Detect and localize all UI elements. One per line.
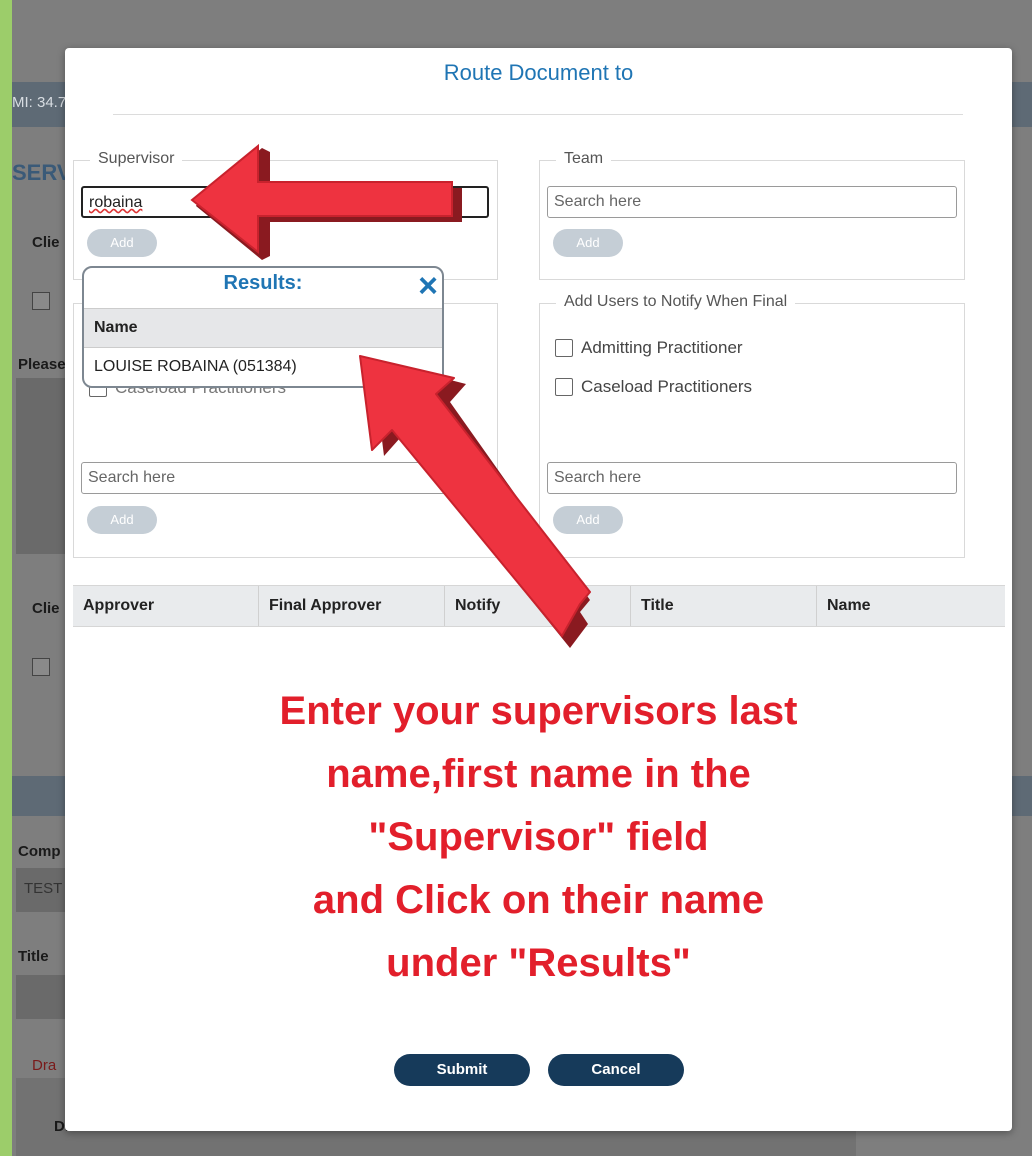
annotation-line-1: Enter your supervisors last (279, 689, 798, 733)
annotation-line-4: and Click on their name (312, 878, 765, 922)
caseload-checkbox[interactable] (555, 378, 573, 396)
title-divider (113, 114, 963, 115)
results-popup: Results: × Name LOUISE ROBAINA (051384) (82, 266, 444, 388)
notify-search-input[interactable]: Search here (547, 462, 957, 494)
admitting-checkbox[interactable] (555, 339, 573, 357)
team-fieldset: Team (539, 150, 965, 280)
supervisor-legend: Supervisor (90, 150, 183, 168)
instruction-annotation: Enter your supervisors last name,first n… (65, 680, 1012, 995)
col-notify[interactable]: Notify (445, 586, 631, 626)
supervisor-search-input[interactable]: robaina (81, 186, 489, 218)
annotation-line-3: "Supervisor" field (368, 815, 709, 859)
supervisor-fieldset: Supervisor (73, 150, 498, 280)
team-search-input[interactable]: Search here (547, 186, 957, 218)
results-column-name: Name (84, 308, 442, 348)
notify-add-button[interactable]: Add (553, 506, 623, 534)
annotation-line-5: under "Results" (386, 941, 691, 985)
bg-test-label: TEST (24, 880, 63, 897)
close-icon[interactable]: × (418, 268, 438, 304)
col-title[interactable]: Title (631, 586, 817, 626)
notify-option-admitting[interactable]: Admitting Practitioner (555, 338, 743, 358)
team-legend: Team (556, 150, 612, 168)
supervisor-add-button[interactable]: Add (87, 229, 157, 257)
bg-clie-label-2: Clie (32, 600, 60, 617)
col-name[interactable]: Name (817, 586, 1005, 626)
caseload-label: Caseload Practitioners (581, 377, 753, 396)
approver-table-header: Approver Final Approver Notify Title Nam… (73, 585, 1005, 627)
modal-title: Route Document to (443, 60, 634, 85)
bg-please-label: Please (18, 356, 66, 373)
bg-draft-label: Dra (32, 1057, 57, 1074)
team-add-button[interactable]: Add (553, 229, 623, 257)
col-approver[interactable]: Approver (73, 586, 259, 626)
admitting-label: Admitting Practitioner (581, 338, 743, 357)
bg-serv-label: SERV (12, 160, 72, 185)
results-title: Results: (223, 272, 303, 294)
bg-mi-label: MI: 34.7 (12, 94, 67, 111)
bg-comp-label: Comp (18, 843, 61, 860)
bg-checkbox-2 (32, 658, 50, 676)
supervisor-input-value: robaina (89, 194, 143, 211)
col-final-approver[interactable]: Final Approver (259, 586, 445, 626)
results-row[interactable]: LOUISE ROBAINA (051384) (84, 348, 442, 386)
cancel-button[interactable]: Cancel (548, 1054, 684, 1086)
bg-title-label: Title (18, 948, 49, 965)
notify-option-caseload[interactable]: Caseload Practitioners (555, 377, 752, 397)
notify-legend: Add Users to Notify When Final (556, 293, 796, 311)
left-lower-add-button[interactable]: Add (87, 506, 157, 534)
left-lower-search-input[interactable]: Search here (81, 462, 489, 494)
submit-button[interactable]: Submit (394, 1054, 530, 1086)
bg-checkbox (32, 292, 50, 310)
bg-clie-label: Clie (32, 234, 60, 251)
annotation-line-2: name,first name in the (326, 752, 751, 796)
